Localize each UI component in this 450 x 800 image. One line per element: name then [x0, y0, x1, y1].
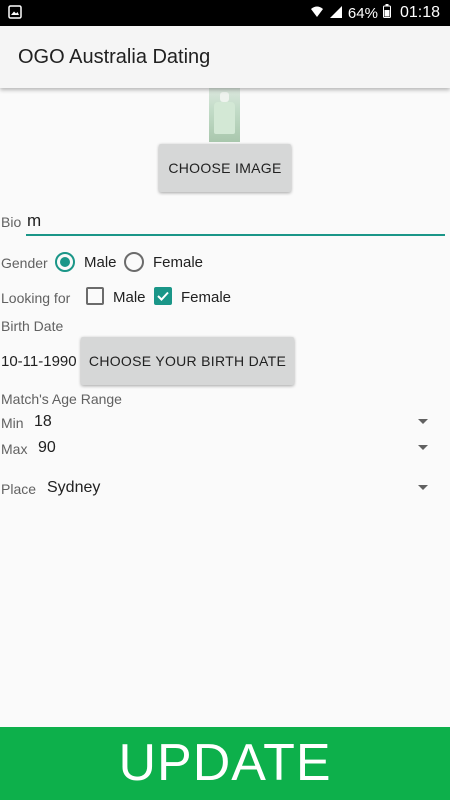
bio-label: Bio	[1, 214, 22, 230]
age-min-label: Min	[1, 415, 24, 431]
gender-female-label[interactable]: Female	[153, 254, 203, 271]
looking-for-male-checkbox[interactable]	[86, 287, 104, 305]
gender-male-label[interactable]: Male	[84, 254, 117, 271]
update-button[interactable]: UPDATE	[0, 727, 450, 800]
battery-percent: 64%	[347, 4, 378, 22]
signal-icon	[329, 5, 343, 22]
wifi-icon	[310, 5, 324, 22]
dropdown-arrow-icon	[418, 445, 428, 450]
age-max-label: Max	[1, 441, 28, 457]
looking-for-female-label[interactable]: Female	[181, 289, 231, 306]
age-max-value: 90	[38, 439, 56, 456]
looking-for-female-checkbox[interactable]	[154, 287, 172, 305]
looking-for-male-label[interactable]: Male	[113, 289, 146, 306]
gallery-notification-icon	[8, 5, 22, 23]
bio-input[interactable]	[26, 208, 445, 236]
app-title: OGO Australia Dating	[18, 46, 211, 68]
profile-image[interactable]	[209, 88, 240, 142]
dropdown-arrow-icon	[418, 485, 428, 490]
choose-birth-date-button[interactable]: CHOOSE YOUR BIRTH DATE	[81, 337, 294, 385]
age-min-value: 18	[34, 413, 52, 430]
gender-female-radio[interactable]	[124, 252, 144, 272]
looking-for-label: Looking for	[1, 290, 71, 306]
clock: 01:18	[399, 4, 440, 21]
checkmark-icon	[157, 291, 169, 301]
status-bar: 64% 01:18	[0, 0, 450, 26]
place-value: Sydney	[47, 479, 101, 496]
birth-date-value: 10-11-1990	[1, 353, 77, 370]
battery-icon	[382, 4, 391, 22]
age-range-label: Match's Age Range	[1, 391, 122, 407]
age-max-spinner[interactable]: Max 90	[0, 434, 440, 462]
radio-selected-dot	[60, 257, 70, 267]
gender-label: Gender	[1, 255, 48, 271]
dropdown-arrow-icon	[418, 419, 428, 424]
choose-image-button[interactable]: CHOOSE IMAGE	[159, 144, 291, 192]
place-spinner[interactable]: Place Sydney	[0, 474, 440, 502]
place-label: Place	[1, 481, 37, 497]
profile-image-shirt	[214, 102, 235, 134]
gender-male-radio[interactable]	[55, 252, 75, 272]
profile-image-head	[220, 92, 229, 102]
app-bar: OGO Australia Dating	[0, 26, 450, 88]
age-min-spinner[interactable]: Min 18	[0, 408, 440, 436]
birth-date-label: Birth Date	[1, 318, 64, 334]
